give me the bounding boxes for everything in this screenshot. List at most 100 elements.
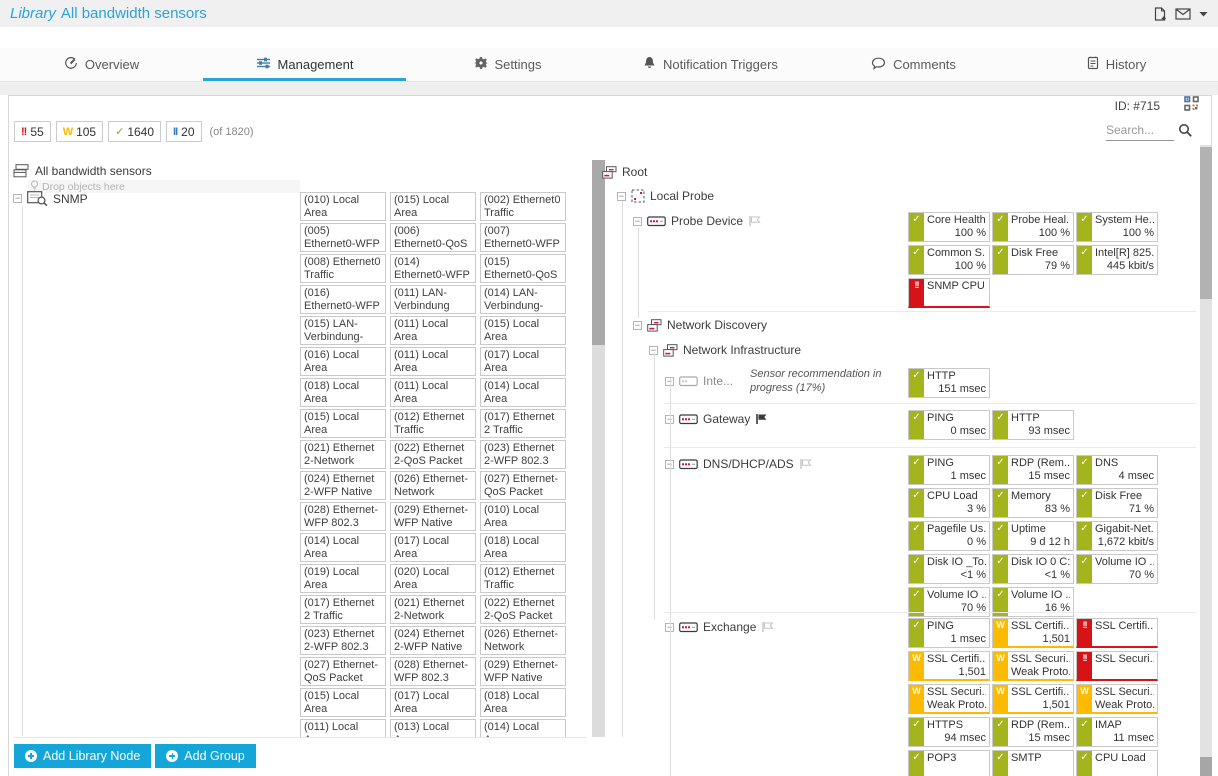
library-sensor-tile[interactable]: (029) Ethernet-WFP Native: [480, 657, 566, 686]
library-sensor-tile[interactable]: (023) Ethernet 2-WFP 802.3: [300, 626, 386, 655]
search-input[interactable]: Search...: [1106, 123, 1174, 141]
library-sensor-tile[interactable]: (024) Ethernet 2-WFP Native: [390, 626, 476, 655]
library-sensor-tile[interactable]: (006) Ethernet0-QoS Packet: [390, 223, 476, 252]
tree-node-network-discovery[interactable]: −Network Discovery: [633, 318, 767, 332]
tree-node-probe-device[interactable]: −Probe Device: [633, 214, 761, 228]
sensor-tile[interactable]: ✓System He...100 %: [1076, 212, 1158, 242]
sensor-tile[interactable]: ✓Disk IO _To...<1 %: [908, 554, 990, 584]
tree-node-local-probe[interactable]: −Local Probe: [617, 189, 714, 203]
sensor-tile[interactable]: ✓RDP (Rem...15 msec: [992, 717, 1074, 747]
sensor-tile[interactable]: ✓HTTP151 msec: [908, 368, 990, 398]
tab-overview[interactable]: Overview: [0, 48, 203, 81]
library-sensor-tile[interactable]: (015) Local Area: [480, 316, 566, 345]
left-panel-scrollbar-thumb[interactable]: [592, 160, 605, 345]
library-sensor-tile[interactable]: (011) Local Area: [390, 378, 476, 407]
library-sensor-tile[interactable]: (019) Local Area: [300, 564, 386, 593]
sensor-tile[interactable]: ✓POP3: [908, 750, 990, 776]
tree-node-exchange[interactable]: −Exchange: [665, 620, 774, 634]
sensor-tile[interactable]: ✓PING0 msec: [908, 410, 990, 440]
library-root-node[interactable]: All bandwidth sensors: [13, 164, 152, 178]
tree-node-dns-dhcp-ads[interactable]: −DNS/DHCP/ADS: [665, 457, 812, 471]
library-node-snmp[interactable]: − SNMP: [13, 191, 88, 206]
sensor-tile[interactable]: ✓CPU Load3 %: [908, 488, 990, 518]
sensor-tile[interactable]: ✓PING1 msec: [908, 618, 990, 648]
library-sensor-tile[interactable]: (018) Local Area: [480, 688, 566, 717]
library-sensor-tile[interactable]: (021) Ethernet 2-Network: [300, 440, 386, 469]
sensor-tile[interactable]: ✓Memory83 %: [992, 488, 1074, 518]
library-sensor-tile[interactable]: (026) Ethernet-Network: [480, 626, 566, 655]
add-group-button[interactable]: Add Group: [155, 744, 255, 768]
library-sensor-tile[interactable]: (014) Local Area: [480, 378, 566, 407]
library-sensor-tile[interactable]: (018) Local Area: [300, 378, 386, 407]
library-sensor-tile[interactable]: (027) Ethernet-QoS Packet: [480, 471, 566, 500]
sensor-tile[interactable]: ✓Pagefile Us...0 %: [908, 521, 990, 551]
library-sensor-tile[interactable]: (016) Ethernet0-WFP 802.3: [300, 285, 386, 314]
sensor-tile[interactable]: ✓Disk Free79 %: [992, 245, 1074, 275]
library-sensor-tile[interactable]: (011) Local Area: [390, 316, 476, 345]
sensor-tile[interactable]: ✓CPU Load: [1076, 750, 1158, 776]
library-sensor-tile[interactable]: (012) Ethernet Traffic: [390, 409, 476, 438]
sensor-tile[interactable]: ✓DNS4 msec: [1076, 455, 1158, 485]
library-sensor-tile[interactable]: (027) Ethernet-QoS Packet: [300, 657, 386, 686]
sensor-tile[interactable]: ✓Disk IO 0 C:<1 %: [992, 554, 1074, 584]
library-sensor-tile[interactable]: (011) LAN-Verbindung: [390, 285, 476, 314]
library-sensor-tile[interactable]: (024) Ethernet 2-WFP Native: [300, 471, 386, 500]
library-sensor-tile[interactable]: (014) Local Area: [300, 533, 386, 562]
sensor-tile[interactable]: ✓IMAP11 msec: [1076, 717, 1158, 747]
badge-warn[interactable]: W105: [56, 121, 103, 142]
library-sensor-tile[interactable]: (017) Ethernet 2 Traffic: [300, 595, 386, 624]
library-sensor-tile[interactable]: (015) Local Area: [390, 192, 476, 221]
collapse-toggle[interactable]: −: [13, 194, 22, 203]
library-sensor-tile[interactable]: (029) Ethernet-WFP Native: [390, 502, 476, 531]
library-sensor-tile[interactable]: (026) Ethernet-Network: [390, 471, 476, 500]
sensor-tile[interactable]: ✓Disk Free71 %: [1076, 488, 1158, 518]
envelope-icon[interactable]: [1175, 8, 1191, 20]
sensor-tile[interactable]: ✓HTTPS94 msec: [908, 717, 990, 747]
sensor-tile[interactable]: WSSL Certifi...1,501: [908, 651, 990, 681]
library-sensor-tile[interactable]: (014) Ethernet0-WFP Native: [390, 254, 476, 283]
library-sensor-tile[interactable]: (018) Local Area: [480, 533, 566, 562]
library-sensor-tile[interactable]: (015) Local Area: [300, 409, 386, 438]
qr-code-icon[interactable]: [1184, 96, 1199, 116]
page-add-icon[interactable]: [1154, 7, 1167, 21]
sensor-tile[interactable]: ✓RDP (Rem...15 msec: [992, 455, 1074, 485]
tab-settings[interactable]: Settings: [406, 48, 609, 81]
library-sensor-tile[interactable]: (002) Ethernet0 Traffic: [480, 192, 566, 221]
sensor-tile[interactable]: ✓Uptime9 d 12 h: [992, 521, 1074, 551]
sensor-tile[interactable]: WSSL Securi...Weak Proto...: [908, 684, 990, 714]
sensor-tile[interactable]: ✓Gigabit-Net...1,672 kbit/s: [1076, 521, 1158, 551]
collapse-toggle[interactable]: −: [633, 321, 642, 330]
tab-management[interactable]: Management: [203, 48, 406, 81]
sensor-tile[interactable]: ✓Probe Heal...100 %: [992, 212, 1074, 242]
sensor-tile[interactable]: WSSL Securi...Weak Proto...: [992, 651, 1074, 681]
library-sensor-tile[interactable]: (015) Local Area: [300, 688, 386, 717]
library-sensor-tile[interactable]: (028) Ethernet-WFP 802.3: [300, 502, 386, 531]
tree-node-gateway[interactable]: −Gateway: [665, 412, 768, 426]
library-sensor-tile[interactable]: (008) Ethernet0 Traffic: [300, 254, 386, 283]
sensor-tile[interactable]: WSSL Securi...Weak Proto...: [1076, 684, 1158, 714]
tab-notification-triggers[interactable]: Notification Triggers: [609, 48, 812, 81]
tree-node-network-infrastructure[interactable]: −Network Infrastructure: [649, 343, 801, 357]
sensor-tile[interactable]: WSSL Certifi...1,501: [992, 684, 1074, 714]
library-sensor-tile[interactable]: (013) Local Area: [390, 719, 476, 737]
library-sensor-tile[interactable]: (014) LAN-Verbindung-QoS: [480, 285, 566, 314]
sensor-tile[interactable]: !!SNMP CPU...: [908, 278, 990, 308]
collapse-toggle[interactable]: −: [617, 192, 626, 201]
library-sensor-tile[interactable]: (022) Ethernet 2-QoS Packet: [390, 440, 476, 469]
library-sensor-tile[interactable]: (007) Ethernet0-WFP 802.3: [480, 223, 566, 252]
sensor-tile[interactable]: !!SSL Securi...: [1076, 651, 1158, 681]
library-sensor-tile[interactable]: (016) Local Area: [300, 347, 386, 376]
tab-comments[interactable]: Comments: [812, 48, 1015, 81]
sensor-tile[interactable]: ✓Volume IO ...70 %: [1076, 554, 1158, 584]
badge-error[interactable]: !!55: [14, 121, 51, 142]
caret-down-icon[interactable]: [1199, 11, 1208, 17]
library-sensor-tile[interactable]: (010) Local Area: [480, 502, 566, 531]
library-sensor-tile[interactable]: (020) Local Area: [390, 564, 476, 593]
library-sensor-tile[interactable]: (017) Ethernet 2 Traffic: [480, 409, 566, 438]
badge-paused[interactable]: II20: [166, 121, 201, 142]
library-sensor-tile[interactable]: (014) Local Area: [480, 719, 566, 737]
sensor-tile[interactable]: !!SSL Certifi...: [1076, 618, 1158, 648]
library-sensor-tile[interactable]: (022) Ethernet 2-QoS Packet: [480, 595, 566, 624]
library-sensor-tile[interactable]: (017) Local Area: [390, 533, 476, 562]
library-sensor-tile[interactable]: (010) Local Area: [300, 192, 386, 221]
